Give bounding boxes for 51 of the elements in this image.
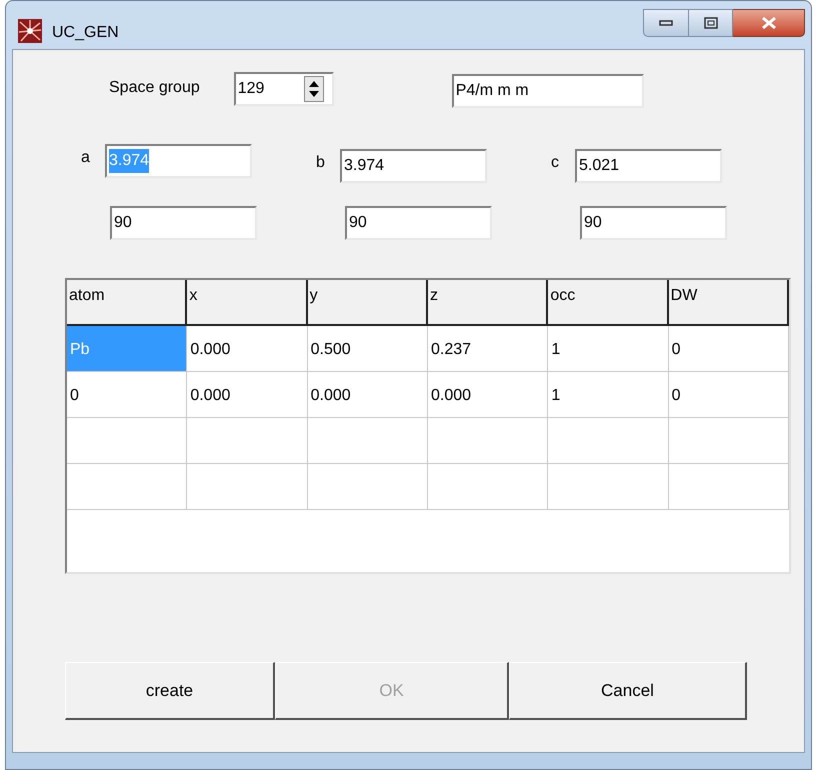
space-group-label: Space group bbox=[109, 78, 200, 98]
table-cell[interactable]: 0.000 bbox=[187, 326, 308, 372]
column-header[interactable]: occ bbox=[548, 280, 669, 326]
dialog-button[interactable]: create bbox=[65, 662, 275, 720]
table-cell[interactable]: 1 bbox=[548, 372, 669, 418]
table-cell[interactable] bbox=[67, 418, 188, 464]
axis-label: c bbox=[550, 153, 560, 173]
table-cell[interactable] bbox=[187, 464, 308, 510]
table-cell[interactable] bbox=[67, 464, 188, 510]
column-header[interactable]: y bbox=[308, 280, 428, 326]
starburst-icon bbox=[18, 19, 42, 43]
axis-label: a bbox=[80, 148, 91, 168]
dialog-button[interactable]: Cancel bbox=[509, 662, 747, 720]
spin-field[interactable]: 129 bbox=[234, 72, 334, 106]
text-field[interactable]: 90 bbox=[345, 206, 492, 240]
minimize-button[interactable] bbox=[643, 9, 689, 37]
table-cell[interactable] bbox=[428, 418, 548, 464]
window-title: UC_GEN bbox=[52, 23, 119, 43]
text-field[interactable]: 90 bbox=[110, 206, 257, 240]
column-header[interactable]: DW bbox=[668, 280, 789, 326]
table-cell[interactable] bbox=[668, 464, 789, 510]
maximize-icon bbox=[704, 17, 718, 29]
table-cell[interactable]: 0 bbox=[668, 326, 789, 372]
column-header[interactable]: x bbox=[187, 280, 308, 326]
column-header[interactable]: atom bbox=[67, 280, 188, 326]
table-cell[interactable]: 0 bbox=[668, 372, 789, 418]
text-field[interactable]: 90 bbox=[580, 206, 727, 240]
symbol-field[interactable]: P4/m m m bbox=[452, 74, 644, 108]
text-field[interactable]: 5.021 bbox=[575, 149, 722, 183]
table-cell[interactable]: 0.000 bbox=[308, 372, 428, 418]
table-cell[interactable]: 0.000 bbox=[187, 372, 308, 418]
table-cell[interactable] bbox=[548, 418, 669, 464]
text-field[interactable]: 3.974 bbox=[340, 149, 487, 183]
table-cell[interactable] bbox=[548, 464, 669, 510]
table-cell[interactable]: 0.000 bbox=[428, 372, 548, 418]
spinner-arrows-icon[interactable] bbox=[304, 76, 324, 102]
column-header[interactable]: z bbox=[428, 280, 548, 326]
table-cell[interactable] bbox=[308, 418, 428, 464]
close-icon bbox=[760, 16, 776, 30]
minimize-icon bbox=[659, 20, 673, 26]
table-cell[interactable]: 0.237 bbox=[428, 326, 548, 372]
close-button[interactable] bbox=[733, 9, 805, 37]
table-cell[interactable] bbox=[668, 418, 789, 464]
table-cell[interactable] bbox=[428, 464, 548, 510]
table-cell[interactable]: 0 bbox=[67, 372, 188, 418]
axis-label: b bbox=[315, 153, 326, 173]
table-cell[interactable]: 1 bbox=[548, 326, 669, 372]
table-cell[interactable] bbox=[308, 464, 428, 510]
table-cell[interactable]: 0.500 bbox=[308, 326, 428, 372]
table-cell[interactable] bbox=[187, 418, 308, 464]
maximize-button[interactable] bbox=[689, 9, 733, 37]
